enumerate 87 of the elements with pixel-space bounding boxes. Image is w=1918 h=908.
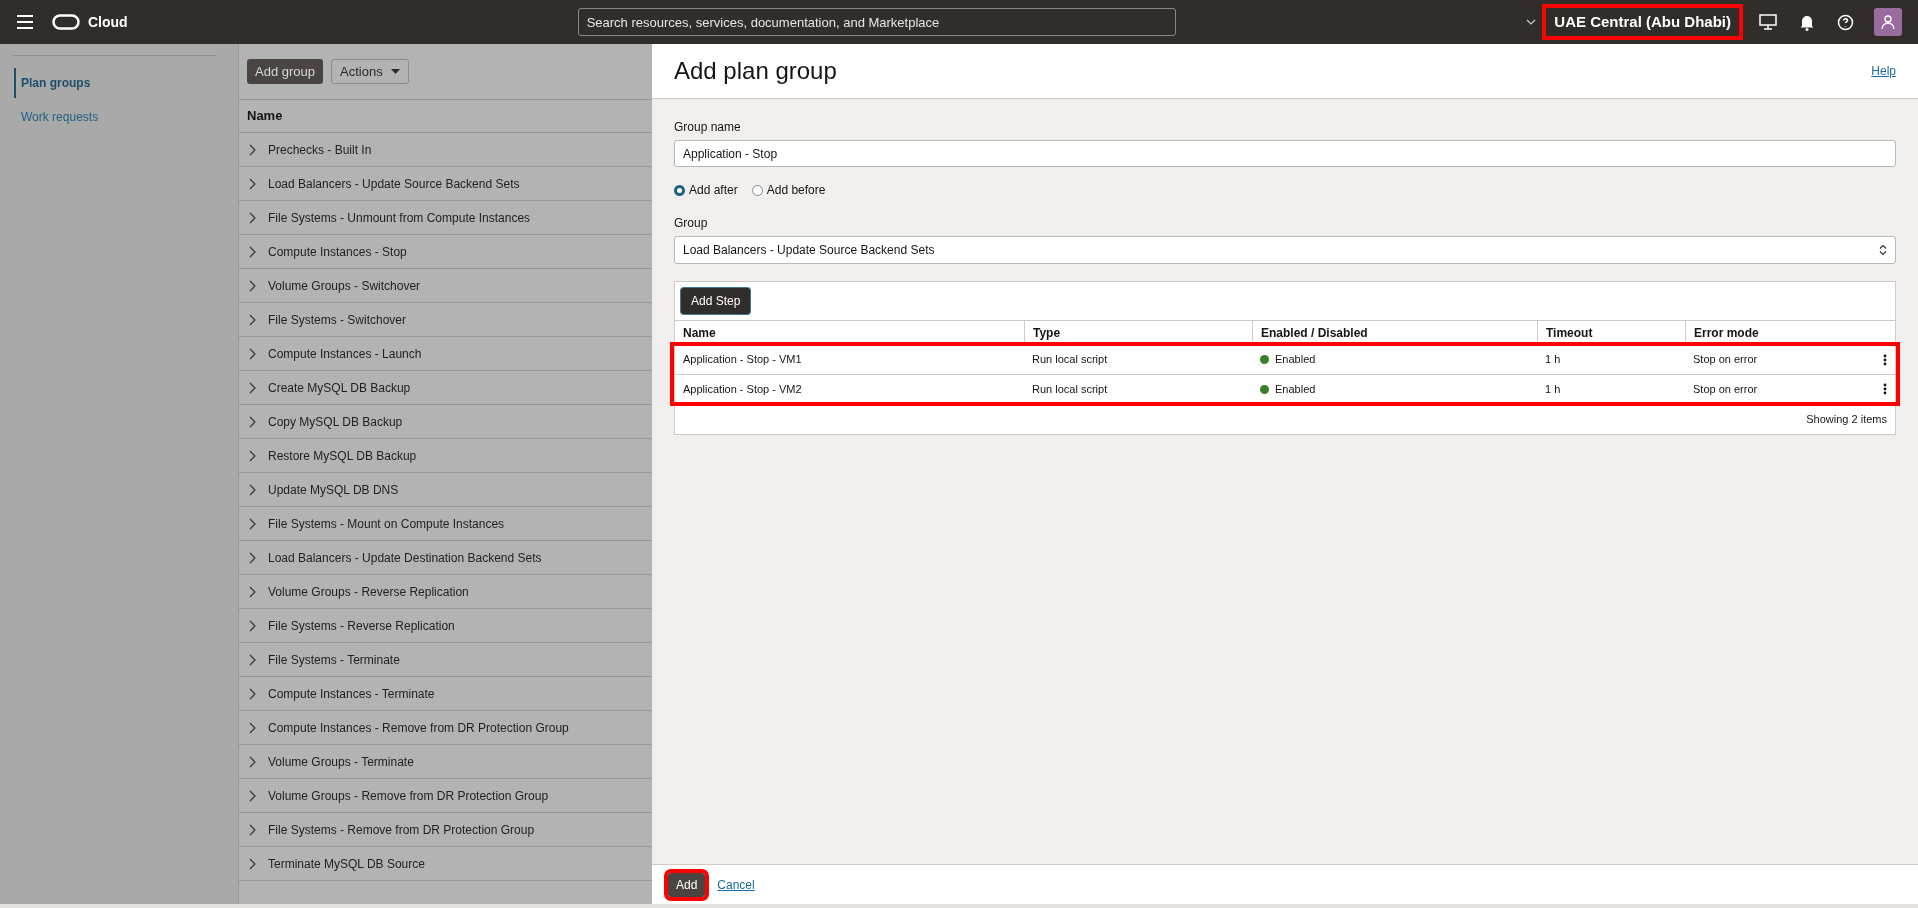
group-name: Volume Groups - Remove from DR Protection Group	[268, 787, 549, 805]
group-name: Compute Instances - Terminate	[268, 685, 435, 703]
expand-chevron-icon[interactable]	[249, 585, 256, 598]
expand-chevron-icon[interactable]	[249, 755, 256, 768]
search-field[interactable]: Search resources, services, documentation, and Marketplace	[577, 8, 1176, 36]
chevron-down-icon[interactable]	[1526, 18, 1537, 26]
group-name: Load Balancers - Update Destination Backend Sets	[268, 549, 542, 567]
region-selector[interactable]: UAE Central (Abu Dhabi)	[1542, 4, 1743, 40]
table-cell-text: Stop on error	[1693, 381, 1758, 397]
logo-text[interactable]: Cloud	[88, 11, 128, 33]
radio-option[interactable]: Add after	[674, 181, 738, 199]
group-name: Compute Instances - Remove from DR Protection Group	[268, 719, 569, 737]
expand-chevron-icon[interactable]	[249, 279, 256, 292]
menu-icon[interactable]	[16, 15, 34, 29]
expand-chevron-icon[interactable]	[249, 415, 256, 428]
table-cell-text: Enabled	[1275, 381, 1316, 397]
logo-icon[interactable]	[52, 14, 80, 30]
more-options-icon[interactable]	[1883, 353, 1887, 366]
drawer-title: Add plan group	[674, 56, 837, 86]
column-header: Timeout	[1546, 324, 1593, 342]
group-name: Prechecks - Built In	[268, 141, 372, 159]
expand-chevron-icon[interactable]	[249, 721, 256, 734]
column-header: Error mode	[1694, 324, 1759, 342]
radio-option[interactable]: Add before	[751, 181, 826, 199]
expand-chevron-icon[interactable]	[249, 483, 256, 496]
add-group-button[interactable]: Add group	[247, 59, 323, 84]
expand-chevron-icon[interactable]	[249, 551, 256, 564]
sort-arrows-icon	[1879, 244, 1887, 256]
column-header: Type	[1033, 324, 1061, 342]
group-name: Compute Instances - Launch	[268, 345, 422, 363]
field-label: Group name	[674, 119, 742, 136]
table-cell-text: Run local script	[1032, 352, 1108, 368]
group-name: Copy MySQL DB Backup	[268, 413, 403, 431]
expand-chevron-icon[interactable]	[249, 653, 256, 666]
actions-button[interactable]: Actions	[331, 59, 409, 84]
group-name: File Systems - Reverse Replication	[268, 617, 455, 635]
expand-chevron-icon[interactable]	[249, 449, 256, 462]
expand-chevron-icon[interactable]	[249, 687, 256, 700]
expand-chevron-icon[interactable]	[249, 823, 256, 836]
group-name: Create MySQL DB Backup	[268, 379, 411, 397]
column-header: Enabled / Disabled	[1261, 324, 1368, 342]
group-name: Volume Groups - Terminate	[268, 753, 414, 771]
group-name: File Systems - Terminate	[268, 651, 400, 669]
group-name-field[interactable]: Application - Stop	[674, 140, 1896, 167]
expand-chevron-icon[interactable]	[249, 381, 256, 394]
expand-chevron-icon[interactable]	[249, 619, 256, 632]
group-name: Load Balancers - Update Source Backend Sets	[268, 175, 520, 193]
expand-chevron-icon[interactable]	[249, 211, 256, 224]
cancel-link[interactable]: Cancel	[717, 875, 755, 894]
group-name: Update MySQL DB DNS	[268, 481, 399, 499]
expand-chevron-icon[interactable]	[249, 857, 256, 870]
group-name: File Systems - Mount on Compute Instances	[268, 515, 505, 533]
expand-chevron-icon[interactable]	[249, 789, 256, 802]
item-count: Showing 2 items	[1806, 411, 1887, 427]
help-icon[interactable]	[1837, 13, 1854, 31]
table-cell-text: Application - Stop - VM2	[683, 381, 802, 397]
table-cell-text: 1 h	[1545, 352, 1561, 368]
column-header: Name	[239, 100, 652, 133]
group-name: File Systems - Remove from DR Protection Group	[268, 821, 535, 839]
group-name: File Systems - Switchover	[268, 311, 407, 329]
bell-icon[interactable]	[1799, 13, 1815, 31]
avatar-icon[interactable]	[1874, 8, 1902, 36]
table-cell-text: 1 h	[1545, 381, 1561, 397]
group-name: Compute Instances - Stop	[268, 243, 407, 261]
expand-chevron-icon[interactable]	[249, 245, 256, 258]
add-step-button[interactable]: Add Step	[681, 288, 751, 314]
more-options-icon[interactable]	[1883, 383, 1887, 395]
field-label: Group	[674, 215, 709, 232]
expand-chevron-icon[interactable]	[249, 517, 256, 530]
group-select[interactable]: Load Balancers - Update Source Backend Sets	[674, 236, 1896, 264]
table-cell-text: Run local script	[1032, 381, 1108, 397]
group-name: File Systems - Unmount from Compute Instances	[268, 209, 531, 227]
expand-chevron-icon[interactable]	[249, 177, 256, 190]
expand-chevron-icon[interactable]	[249, 347, 256, 360]
group-name: Restore MySQL DB Backup	[268, 447, 417, 465]
table-cell-text: Enabled	[1275, 352, 1316, 368]
group-name: Volume Groups - Switchover	[268, 277, 421, 295]
column-header: Name	[683, 324, 716, 342]
table-cell-text: Stop on error	[1693, 352, 1758, 368]
group-name: Volume Groups - Reverse Replication	[268, 583, 469, 601]
group-name: Terminate MySQL DB Source	[268, 855, 425, 873]
monitor-icon[interactable]	[1759, 14, 1777, 30]
expand-chevron-icon[interactable]	[249, 143, 256, 156]
help-link[interactable]: Help	[1871, 62, 1896, 80]
table-cell-text: Application - Stop - VM1	[683, 352, 802, 368]
expand-chevron-icon[interactable]	[249, 313, 256, 326]
caret-icon	[390, 69, 400, 74]
